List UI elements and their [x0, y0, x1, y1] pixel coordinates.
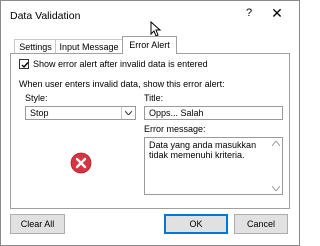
alert-description: When user enters invalid data, show this…	[19, 79, 225, 89]
ok-button[interactable]: OK	[164, 214, 228, 234]
title-label: Title:	[144, 93, 164, 103]
tab-error-alert[interactable]: Error Alert	[122, 36, 177, 54]
scroll-down-icon[interactable]	[272, 186, 280, 191]
data-validation-dialog: Data Validation ? ✕ Settings Input Messa…	[0, 0, 300, 246]
tab-settings[interactable]: Settings	[14, 39, 57, 54]
error-message-textarea[interactable]: Data yang anda masukkan tidak memenuhi k…	[144, 137, 283, 195]
clear-all-button[interactable]: Clear All	[10, 214, 65, 234]
scroll-up-icon[interactable]	[272, 141, 280, 146]
error-alert-panel: Show error alert after invalid data is e…	[10, 53, 290, 209]
style-dropdown[interactable]: Stop	[25, 106, 136, 120]
checkmark-icon	[21, 62, 29, 69]
show-alert-label: Show error alert after invalid data is e…	[33, 59, 208, 69]
help-button[interactable]: ?	[242, 7, 256, 19]
error-message-text: Data yang anda masukkan tidak memenuhi k…	[149, 140, 257, 160]
close-button[interactable]: ✕	[268, 5, 286, 22]
cancel-button[interactable]: Cancel	[234, 214, 288, 234]
show-alert-checkbox[interactable]	[19, 59, 29, 69]
dropdown-arrow-button[interactable]	[121, 107, 135, 119]
style-label: Style:	[25, 93, 48, 103]
style-value: Stop	[30, 108, 49, 118]
dialog-title: Data Validation	[10, 10, 81, 22]
stop-error-icon	[70, 152, 92, 176]
active-tab-joint	[123, 53, 176, 55]
error-message-label: Error message:	[144, 124, 206, 134]
tab-input-message[interactable]: Input Message	[55, 39, 123, 54]
chevron-down-icon	[125, 111, 132, 115]
title-input[interactable]: Opps... Salah	[144, 106, 283, 120]
show-alert-row[interactable]: Show error alert after invalid data is e…	[19, 58, 208, 70]
title-bar: Data Validation ? ✕	[1, 1, 299, 37]
